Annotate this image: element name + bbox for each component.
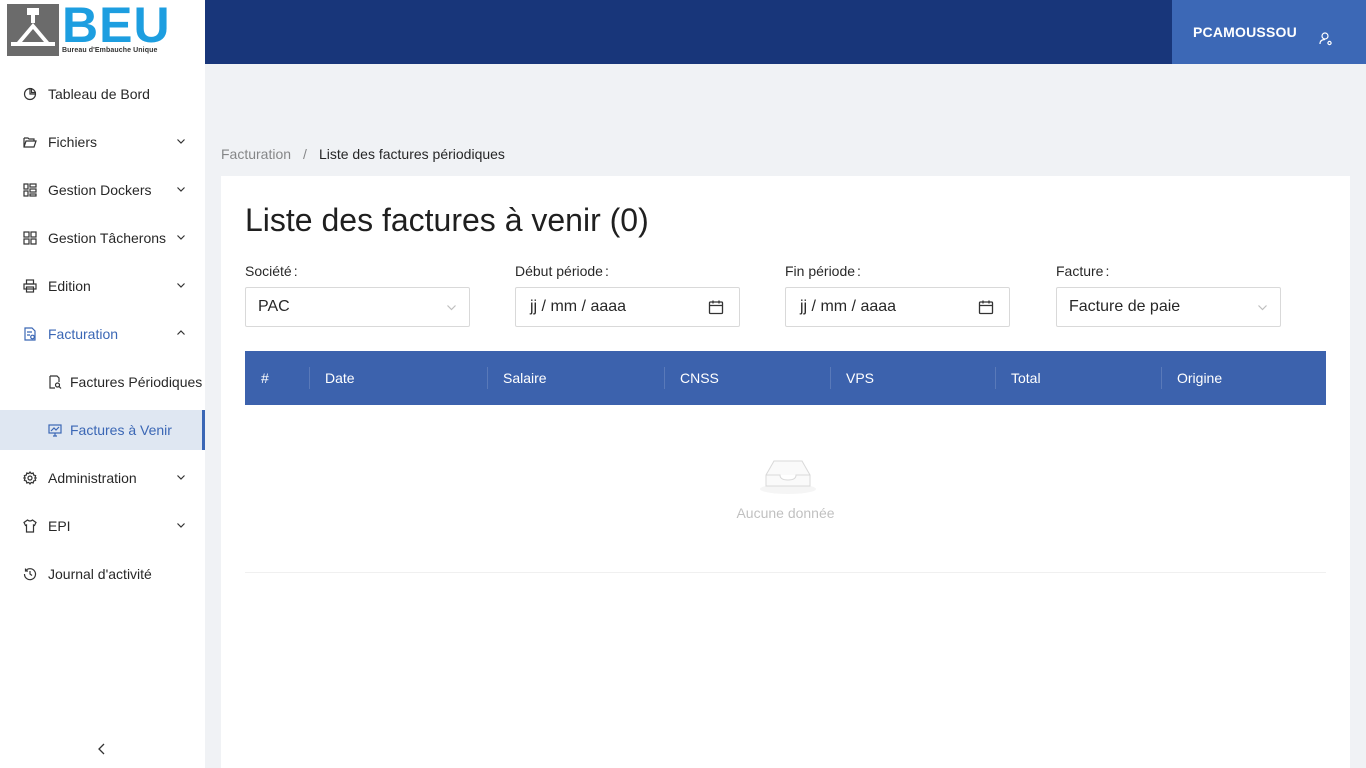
sidebar-item-label: Tableau de Bord (48, 86, 150, 102)
logo-mark (7, 4, 59, 56)
folder-open-icon (23, 135, 37, 149)
table-header: # Date Salaire CNSS VPS Total Origine (245, 351, 1326, 405)
file-search-icon (48, 375, 62, 389)
sidebar-item-factures-a-venir[interactable]: Factures à Venir (0, 410, 205, 450)
sidebar-item-tableau-de-bord[interactable]: Tableau de Bord (0, 74, 205, 114)
label-colon: : (857, 263, 861, 279)
appstore-icon (23, 183, 37, 197)
facture-label: Facture (1056, 263, 1104, 279)
societe-label: Société (245, 263, 292, 279)
chevron-down-icon (177, 139, 185, 144)
logo-title: BEU (62, 0, 171, 53)
column-header-index[interactable]: # (245, 351, 309, 405)
societe-field: Société: PAC (245, 263, 470, 327)
breadcrumb-current: Liste des factures périodiques (318, 146, 505, 162)
facture-value: Facture de paie (1069, 298, 1181, 315)
debut-periode-field: Début période: jj / mm / aaaa (515, 263, 740, 327)
fin-periode-input[interactable]: jj / mm / aaaa (785, 287, 1010, 327)
sidebar-item-edition[interactable]: Edition (0, 266, 205, 306)
column-header-origine[interactable]: Origine (1161, 351, 1326, 405)
column-header-total[interactable]: Total (995, 351, 1161, 405)
sidebar-item-journal[interactable]: Journal d'activité (0, 554, 205, 594)
sidebar-item-gestion-dockers[interactable]: Gestion Dockers (0, 170, 205, 210)
sidebar-item-label: Gestion Tâcherons (48, 230, 167, 246)
sidebar-subitem-label: Factures à Venir (70, 422, 172, 438)
chevron-down-icon (177, 283, 185, 288)
sidebar-item-epi[interactable]: EPI (0, 506, 205, 546)
chevron-down-icon (447, 305, 456, 311)
calendar-icon[interactable] (708, 299, 724, 315)
sidebar-subitem-label: Factures Périodiques (70, 374, 203, 390)
sidebar-item-gestion-tacherons[interactable]: Gestion Tâcherons (0, 218, 205, 258)
table-empty-state: Aucune donnée (245, 405, 1326, 573)
sidebar-item-fichiers[interactable]: Fichiers (0, 122, 205, 162)
chevron-down-icon (1258, 305, 1267, 311)
label-colon: : (293, 263, 298, 279)
build-icon (23, 231, 37, 245)
sidebar-item-factures-periodiques[interactable]: Factures Périodiques (0, 362, 205, 402)
column-header-salaire[interactable]: Salaire (487, 351, 664, 405)
chevron-up-icon (177, 330, 185, 335)
content-card: Liste des factures à venir (0) Société: … (221, 176, 1350, 768)
fin-periode-value: jj / mm / aaaa (800, 298, 897, 315)
collapse-sidebar-icon[interactable] (96, 742, 108, 756)
facture-select[interactable]: Facture de paie (1056, 287, 1281, 327)
top-header: PCAMOUSSOU (205, 0, 1366, 64)
fin-periode-label: Fin période (785, 263, 856, 279)
chevron-down-icon (177, 523, 185, 528)
column-header-cnss[interactable]: CNSS (664, 351, 830, 405)
shirt-icon (23, 519, 37, 533)
file-icon (23, 327, 37, 341)
sidebar-item-label: Administration (48, 470, 137, 486)
chevron-down-icon (177, 187, 185, 192)
sidebar-item-label: EPI (48, 518, 71, 534)
debut-periode-input[interactable]: jj / mm / aaaa (515, 287, 740, 327)
sidebar-item-label: Fichiers (48, 134, 98, 150)
history-icon (23, 567, 37, 581)
debut-periode-label: Début période (515, 263, 603, 279)
societe-select[interactable]: PAC (245, 287, 470, 327)
user-settings-icon (1319, 32, 1332, 46)
page-title: Liste des factures à venir (0) (245, 202, 649, 238)
sidebar-item-facturation[interactable]: Facturation (0, 314, 205, 354)
sidebar-item-label: Facturation (48, 326, 119, 342)
sidebar-item-label: Edition (48, 278, 91, 294)
logo[interactable]: BEU Bureau d'Embauche Unique (0, 0, 205, 64)
fund-projection-icon (48, 423, 62, 437)
pie-chart-icon (23, 87, 37, 101)
chevron-down-icon (177, 235, 185, 240)
calendar-icon[interactable] (978, 299, 994, 315)
breadcrumb-separator: / (303, 146, 307, 162)
sidebar-item-administration[interactable]: Administration (0, 458, 205, 498)
societe-value: PAC (258, 298, 290, 315)
debut-periode-value: jj / mm / aaaa (530, 298, 627, 315)
printer-icon (23, 279, 37, 293)
user-menu[interactable]: PCAMOUSSOU (1172, 0, 1366, 64)
setting-icon (23, 471, 37, 485)
fin-periode-field: Fin période: jj / mm / aaaa (785, 263, 1010, 327)
sidebar-menu: Tableau de Bord Fichiers Gestion Dockers… (0, 74, 205, 602)
empty-text: Aucune donnée (736, 505, 835, 521)
chevron-down-icon (177, 475, 185, 480)
sidebar: BEU Bureau d'Embauche Unique Tableau de … (0, 0, 205, 768)
username: PCAMOUSSOU (1193, 24, 1297, 40)
label-colon: : (1105, 263, 1110, 279)
sidebar-item-label: Journal d'activité (48, 566, 152, 582)
label-colon: : (604, 263, 609, 279)
logo-subtitle: Bureau d'Embauche Unique (62, 47, 158, 54)
inbox-empty-icon (760, 460, 816, 494)
breadcrumb: Facturation / Liste des factures périodi… (221, 146, 505, 162)
facture-field: Facture: Facture de paie (1056, 263, 1281, 327)
facturation-submenu: Factures Périodiques Factures à Venir (0, 362, 205, 450)
column-header-date[interactable]: Date (309, 351, 487, 405)
column-header-vps[interactable]: VPS (830, 351, 995, 405)
breadcrumb-parent[interactable]: Facturation (221, 146, 291, 162)
sidebar-item-label: Gestion Dockers (48, 182, 152, 198)
